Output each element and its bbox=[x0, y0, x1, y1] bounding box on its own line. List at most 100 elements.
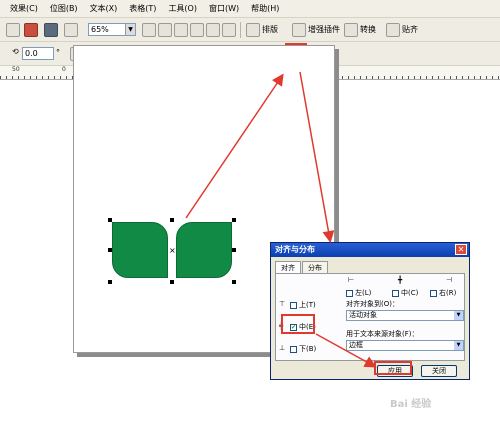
ruler-tick bbox=[492, 76, 493, 79]
selection-handle[interactable] bbox=[108, 280, 112, 284]
align-center-h-option[interactable]: 中(C) bbox=[392, 288, 418, 298]
align-center-h-label: 中(C) bbox=[401, 289, 419, 297]
text-source-select[interactable]: 边框 ▼ bbox=[346, 340, 464, 351]
snap-label[interactable]: 贴齐 bbox=[402, 24, 418, 35]
rotation-input[interactable]: 0.0 bbox=[22, 47, 54, 60]
import-icon[interactable] bbox=[24, 23, 38, 37]
align-top-label: 上(T) bbox=[299, 301, 316, 309]
ruler-tick bbox=[474, 76, 475, 79]
ruler-tick bbox=[384, 76, 385, 79]
ruler-tick bbox=[444, 76, 445, 79]
menu-effects[interactable]: 效果(C) bbox=[10, 3, 38, 14]
align-top-option[interactable]: 上(T) bbox=[290, 300, 316, 310]
align-top-icon: ⊤ bbox=[279, 300, 286, 308]
selection-handle[interactable] bbox=[232, 280, 236, 284]
ruler-tick bbox=[366, 76, 367, 79]
menu-window[interactable]: 窗口(W) bbox=[209, 3, 239, 14]
selection-handle[interactable] bbox=[108, 218, 112, 222]
zoom-height-icon[interactable] bbox=[222, 23, 236, 37]
export-icon[interactable] bbox=[6, 23, 20, 37]
green-shape-left[interactable] bbox=[112, 222, 168, 278]
center-option-highlight bbox=[281, 314, 315, 334]
selection-handle[interactable] bbox=[232, 218, 236, 222]
ruler-tick bbox=[354, 76, 355, 79]
green-shape-right[interactable] bbox=[176, 222, 232, 278]
ruler-tick bbox=[48, 76, 49, 79]
align-distribute-dialog: 对齐与分布 ✕ 对齐 分布 ⊢ ╋ ⊣ 左(L) 中(C) 右(R) ⊤ 上(T… bbox=[270, 242, 470, 380]
apply-button-highlight bbox=[374, 361, 412, 375]
rotate-icon: ⟲ bbox=[12, 47, 19, 56]
tab-distribute[interactable]: 分布 bbox=[302, 261, 328, 273]
plugin-icon[interactable] bbox=[292, 23, 306, 37]
align-right-option[interactable]: 右(R) bbox=[430, 288, 456, 298]
zoom-selection-icon[interactable] bbox=[174, 23, 188, 37]
snap-icon[interactable] bbox=[386, 23, 400, 37]
align-left-label: 左(L) bbox=[355, 289, 372, 297]
zoom-level-select[interactable]: 65% ▼ bbox=[88, 23, 136, 36]
ruler-tick bbox=[420, 76, 421, 79]
menu-bitmap[interactable]: 位图(B) bbox=[50, 3, 78, 14]
dialog-tabs: 对齐 分布 bbox=[275, 261, 329, 273]
align-left-option[interactable]: 左(L) bbox=[346, 288, 371, 298]
zoom-in-icon[interactable] bbox=[142, 23, 156, 37]
checkbox[interactable] bbox=[346, 289, 353, 297]
ruler-tick bbox=[18, 76, 19, 79]
align-to-select[interactable]: 活动对象 ▼ bbox=[346, 310, 464, 321]
selection-center-marker: × bbox=[169, 246, 176, 255]
text-source-value: 边框 bbox=[349, 341, 363, 349]
rotation-value: 0.0 bbox=[25, 49, 38, 58]
layout-label[interactable]: 排版 bbox=[262, 24, 278, 35]
ruler-tick bbox=[348, 76, 349, 79]
align-bottom-option[interactable]: 下(B) bbox=[290, 344, 316, 354]
checkbox[interactable] bbox=[392, 289, 399, 297]
divider bbox=[240, 22, 241, 38]
ruler-tick bbox=[0, 76, 1, 79]
standard-toolbar: 65% ▼ 排版 增强插件 转换 贴齐 bbox=[0, 18, 500, 42]
ruler-tick bbox=[360, 76, 361, 79]
ruler-tick bbox=[342, 76, 343, 79]
chevron-down-icon: ▼ bbox=[125, 24, 135, 35]
zoom-out-icon[interactable] bbox=[158, 23, 172, 37]
layout-icon[interactable] bbox=[246, 23, 260, 37]
close-button[interactable]: 关闭 bbox=[421, 365, 457, 377]
menu-text[interactable]: 文本(X) bbox=[90, 3, 118, 14]
tab-align[interactable]: 对齐 bbox=[275, 261, 301, 273]
ruler-tick bbox=[36, 76, 37, 79]
ruler-tick bbox=[450, 76, 451, 79]
ruler-tick bbox=[66, 76, 67, 79]
close-icon[interactable]: ✕ bbox=[455, 244, 467, 255]
ruler-tick bbox=[54, 76, 55, 79]
ruler-tick bbox=[402, 76, 403, 79]
align-left-icon: ⊢ bbox=[348, 276, 355, 284]
align-right-label: 右(R) bbox=[439, 289, 457, 297]
ruler-tick bbox=[60, 76, 61, 79]
ruler-tick bbox=[24, 76, 25, 79]
checkbox[interactable] bbox=[290, 345, 297, 353]
ruler-tick bbox=[12, 76, 13, 79]
menu-help[interactable]: 帮助(H) bbox=[251, 3, 279, 14]
dialog-title: 对齐与分布 bbox=[275, 245, 315, 254]
checkbox[interactable] bbox=[290, 301, 297, 309]
menu-tools[interactable]: 工具(O) bbox=[168, 3, 197, 14]
ruler-tick bbox=[426, 76, 427, 79]
menu-table[interactable]: 表格(T) bbox=[129, 3, 156, 14]
plugin-label[interactable]: 增强插件 bbox=[308, 24, 340, 35]
selection-handle[interactable] bbox=[170, 218, 174, 222]
zoom-width-icon[interactable] bbox=[206, 23, 220, 37]
selection-handle[interactable] bbox=[170, 280, 174, 284]
ruler-tick bbox=[408, 76, 409, 79]
convert-label[interactable]: 转换 bbox=[360, 24, 376, 35]
selection-handle[interactable] bbox=[108, 248, 112, 252]
align-bottom-icon: ⊥ bbox=[279, 344, 286, 352]
dialog-title-bar[interactable]: 对齐与分布 ✕ bbox=[271, 243, 469, 257]
convert-icon[interactable] bbox=[344, 23, 358, 37]
text-source-label: 用于文本来源对象(F)： bbox=[346, 330, 419, 338]
selection-handle[interactable] bbox=[232, 248, 236, 252]
print-icon[interactable] bbox=[44, 23, 58, 37]
ruler-tick bbox=[390, 76, 391, 79]
checkbox[interactable] bbox=[430, 289, 437, 297]
zoom-page-icon[interactable] bbox=[190, 23, 204, 37]
options-icon[interactable] bbox=[64, 23, 78, 37]
ruler-tick bbox=[372, 76, 373, 79]
align-to-value: 活动对象 bbox=[349, 311, 377, 319]
